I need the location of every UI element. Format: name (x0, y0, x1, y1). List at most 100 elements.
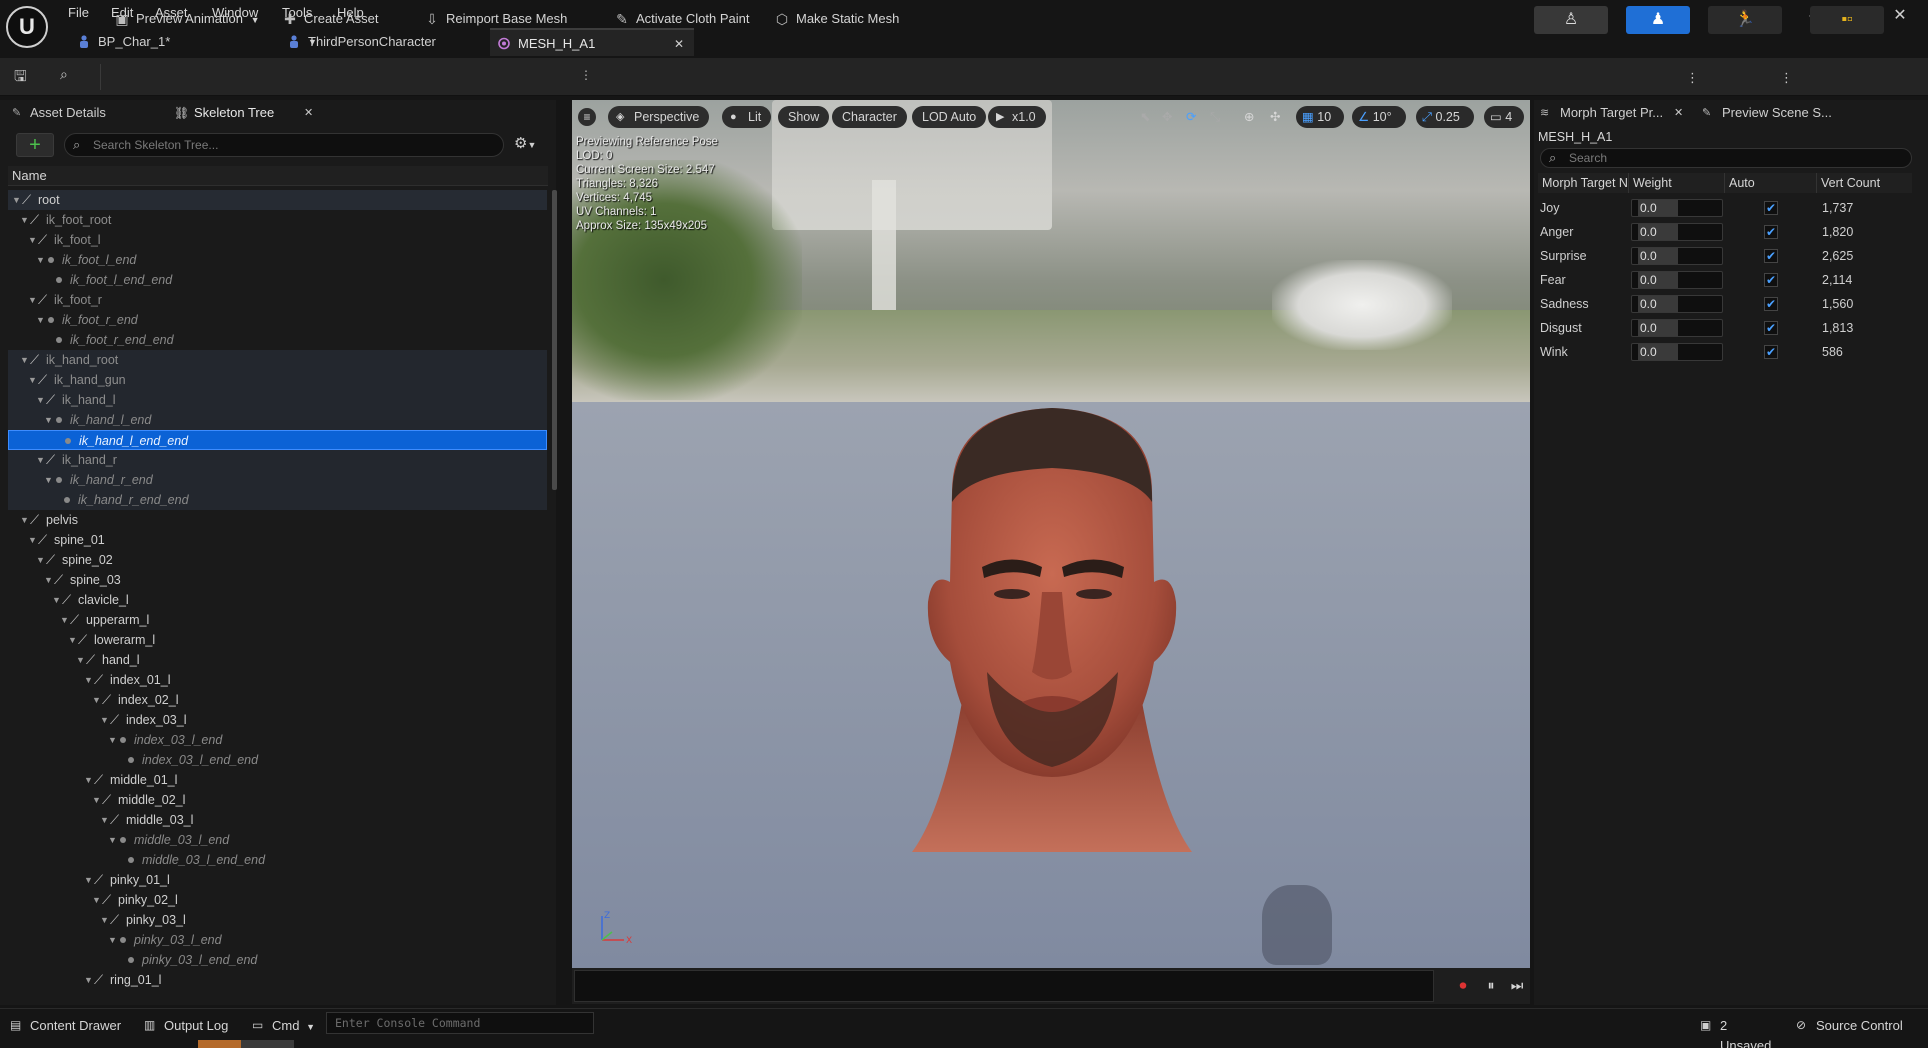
expand-arrow-icon[interactable]: ▼ (44, 410, 54, 430)
add-bone-button[interactable]: + (16, 133, 54, 157)
tree-row[interactable]: ▼ ⟋ clavicle_l (8, 590, 547, 610)
expand-arrow-icon[interactable]: ▼ (28, 290, 38, 310)
expand-arrow-icon[interactable]: ▼ (68, 630, 78, 650)
expand-arrow-icon[interactable]: ▼ (44, 570, 54, 590)
expand-arrow-icon[interactable]: ▼ (36, 390, 46, 410)
timeline-scrubber[interactable] (574, 970, 1434, 1002)
tree-row[interactable]: ▼ ik_hand_r_end (8, 470, 547, 490)
create-asset-button[interactable]: ✚ Create Asset ▼ (282, 8, 394, 47)
make-static-mesh-button[interactable]: ⬡ Make Static Mesh (774, 8, 910, 30)
viewport-menu-icon[interactable]: ≡ (578, 108, 596, 126)
morph-row[interactable]: Sadness 0.0 ✔ 1,560 (1538, 292, 1912, 316)
tree-row[interactable]: ik_foot_r_end_end (8, 330, 547, 350)
skeleton-search-input[interactable]: ⌕ Search Skeleton Tree... (64, 133, 504, 157)
angle-snap-toggle[interactable]: ∠ 10° (1352, 106, 1406, 128)
expand-arrow-icon[interactable]: ▼ (100, 810, 110, 830)
tree-row[interactable]: ▼ ik_hand_l_end (8, 410, 547, 430)
tree-row[interactable]: ▼ middle_03_l_end (8, 830, 547, 850)
expand-arrow-icon[interactable]: ▼ (20, 350, 30, 370)
tree-row[interactable]: ▼ ⟋ ik_hand_l (8, 390, 547, 410)
tree-row[interactable]: ▼ ⟋ ik_hand_r (8, 450, 547, 470)
morph-search-input[interactable]: ⌕ Search (1540, 148, 1912, 168)
cmd-button[interactable]: ▭ Cmd ▼ (252, 1016, 318, 1036)
animation-mode-button[interactable]: 🏃 (1708, 6, 1782, 34)
expand-arrow-icon[interactable]: ▼ (100, 910, 110, 930)
tree-row[interactable]: ▼ ⟋ pelvis (8, 510, 547, 530)
mesh-mode-button[interactable]: ♟ (1626, 6, 1690, 34)
close-window-icon[interactable]: ✕ (1890, 6, 1910, 26)
activate-cloth-paint-button[interactable]: ✎ Activate Cloth Paint (614, 8, 754, 30)
tree-row[interactable]: ▼ ⟋ pinky_01_l (8, 870, 547, 890)
tree-row[interactable]: ▼ ⟋ ik_foot_root (8, 210, 547, 230)
expand-arrow-icon[interactable]: ▼ (84, 770, 94, 790)
auto-checkbox[interactable]: ✔ (1764, 201, 1778, 215)
lit-button[interactable]: ● Lit (722, 106, 772, 128)
tree-row[interactable]: middle_03_l_end_end (8, 850, 547, 870)
unsaved-button[interactable]: ▣ 2 Unsaved (1700, 1016, 1782, 1048)
expand-arrow-icon[interactable]: ▼ (28, 230, 38, 250)
auto-checkbox[interactable]: ✔ (1764, 273, 1778, 287)
tree-row[interactable]: ▼ ⟋ index_01_l (8, 670, 547, 690)
rotate-icon[interactable]: ⟳ (1186, 106, 1196, 128)
morph-weight-input[interactable]: 0.0 (1631, 295, 1723, 313)
tab-mesh[interactable]: MESH_H_A1 ✕ (490, 28, 694, 56)
character-button[interactable]: Character (832, 106, 907, 128)
tree-row[interactable]: ▼ ik_foot_r_end (8, 310, 547, 330)
expand-arrow-icon[interactable]: ▼ (36, 250, 46, 270)
tree-row[interactable]: ▼ ⟋ ik_hand_root (8, 350, 547, 370)
tab-morph-target-preview[interactable]: ≋ Morph Target Pr... ✕ (1538, 102, 1686, 124)
settings-gear-icon[interactable]: ⚙▼ (514, 134, 548, 156)
expand-arrow-icon[interactable]: ▼ (84, 870, 94, 890)
close-icon[interactable]: ✕ (304, 102, 313, 124)
expand-arrow-icon[interactable]: ▼ (92, 890, 102, 910)
header-auto[interactable]: Auto (1725, 173, 1817, 193)
tree-row[interactable]: ▼ ⟋ ik_foot_r (8, 290, 547, 310)
tree-row[interactable]: ik_hand_r_end_end (8, 490, 547, 510)
tab-preview-scene-settings[interactable]: ✎ Preview Scene S... (1700, 102, 1900, 124)
unreal-logo-icon[interactable]: U (6, 6, 48, 48)
expand-arrow-icon[interactable]: ▼ (84, 970, 94, 990)
preview-animation-button[interactable]: ▣ Preview Animation ▼ (114, 8, 260, 30)
close-icon[interactable]: ✕ (1674, 102, 1683, 124)
morph-row[interactable]: Joy 0.0 ✔ 1,737 (1538, 196, 1912, 220)
scale-icon[interactable]: ⤡ (1210, 106, 1220, 128)
expand-arrow-icon[interactable]: ▼ (60, 610, 70, 630)
blueprint-mode-button[interactable]: ▪▫ (1810, 6, 1884, 34)
tree-row[interactable]: ▼ ⟋ pinky_03_l (8, 910, 547, 930)
tree-row[interactable]: ▼ ⟋ spine_02 (8, 550, 547, 570)
save-icon[interactable]: 🖫 (14, 66, 32, 85)
source-control-button[interactable]: ⊘ Source Control (1796, 1016, 1924, 1036)
expand-arrow-icon[interactable]: ▼ (36, 310, 46, 330)
morph-weight-input[interactable]: 0.0 (1631, 199, 1723, 217)
tree-row[interactable]: pinky_03_l_end_end (8, 950, 547, 970)
tab-skeleton-tree[interactable]: ⛓ Skeleton Tree ✕ (166, 102, 324, 124)
tree-row[interactable]: ▼ ⟋ lowerarm_l (8, 630, 547, 650)
tree-scrollbar[interactable] (552, 190, 557, 490)
morph-weight-input[interactable]: 0.0 (1631, 247, 1723, 265)
surface-snap-icon[interactable]: ✣ (1270, 106, 1280, 128)
expand-arrow-icon[interactable]: ▼ (28, 370, 38, 390)
tree-row[interactable]: ▼ ⟋ ring_01_l (8, 970, 547, 990)
tree-row[interactable]: ik_foot_l_end_end (8, 270, 547, 290)
tree-row[interactable]: ▼ ⟋ pinky_02_l (8, 890, 547, 910)
expand-arrow-icon[interactable]: ▼ (20, 510, 30, 530)
tree-row[interactable]: ▼ ik_foot_l_end (8, 250, 547, 270)
show-button[interactable]: Show (778, 106, 830, 128)
morph-weight-input[interactable]: 0.0 (1631, 343, 1723, 361)
tree-row[interactable]: ▼ ⟋ index_02_l (8, 690, 547, 710)
expand-arrow-icon[interactable]: ▼ (36, 450, 46, 470)
expand-arrow-icon[interactable]: ▼ (44, 470, 54, 490)
step-forward-icon[interactable]: ⏭ (1508, 976, 1526, 994)
auto-checkbox[interactable]: ✔ (1764, 321, 1778, 335)
grid-snap-toggle[interactable]: ▦ 10 (1296, 106, 1344, 128)
camera-speed-button[interactable]: ▭ 4 (1484, 106, 1524, 128)
tree-row[interactable]: ▼ ⟋ middle_03_l (8, 810, 547, 830)
expand-arrow-icon[interactable]: ▼ (84, 670, 94, 690)
expand-arrow-icon[interactable]: ▼ (52, 590, 62, 610)
select-mode-icon[interactable]: ⬉ (1140, 106, 1150, 128)
tree-row[interactable]: ▼ ⟋ ik_foot_l (8, 230, 547, 250)
auto-checkbox[interactable]: ✔ (1764, 297, 1778, 311)
skeleton-mode-button[interactable]: ♙ (1534, 6, 1608, 34)
tree-row[interactable]: ▼ ⟋ root (8, 190, 547, 210)
tree-row[interactable]: ▼ ⟋ index_03_l (8, 710, 547, 730)
